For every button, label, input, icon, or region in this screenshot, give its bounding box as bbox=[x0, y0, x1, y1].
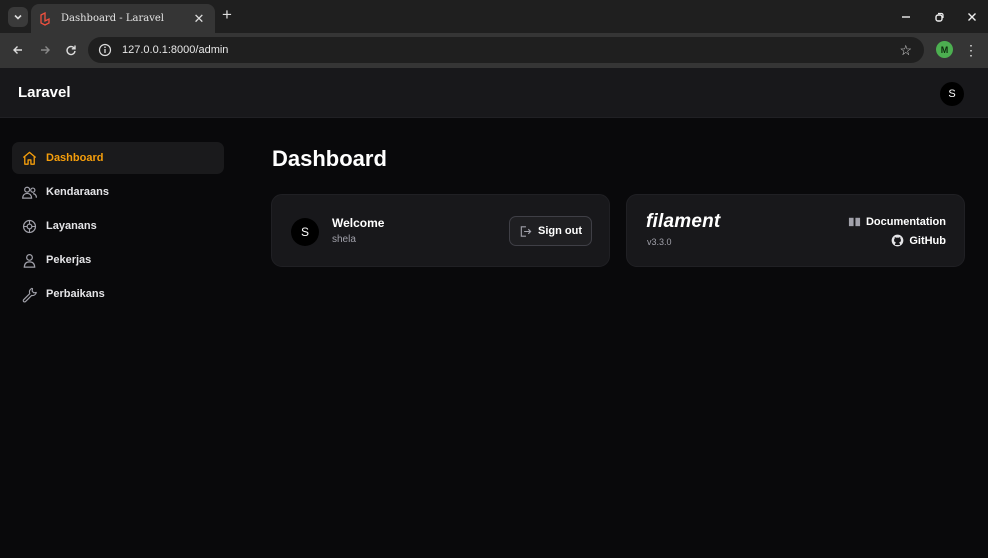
tab-title: Dashboard - Laravel bbox=[61, 13, 164, 24]
forward-button[interactable] bbox=[36, 41, 54, 59]
github-icon bbox=[891, 234, 904, 247]
restore-button[interactable] bbox=[922, 0, 955, 33]
users-icon bbox=[20, 183, 38, 201]
restore-icon bbox=[934, 12, 944, 22]
sidebar-item-kendaraans[interactable]: Kendaraans bbox=[12, 176, 224, 208]
github-label: GitHub bbox=[909, 234, 946, 247]
github-link[interactable]: GitHub bbox=[891, 234, 946, 247]
sidebar-item-label: Kendaraans bbox=[46, 186, 109, 198]
laravel-favicon-icon bbox=[40, 11, 50, 26]
minimize-button[interactable] bbox=[889, 0, 922, 33]
arrow-left-icon bbox=[13, 46, 22, 54]
sidebar-nav: Dashboard Kendaraans Layanans Pekerjas P… bbox=[12, 142, 224, 312]
filament-logo[interactable]: filament bbox=[646, 211, 720, 233]
browser-menu-icon[interactable]: ⋮ bbox=[964, 40, 978, 60]
tab-close-icon[interactable]: ✕ bbox=[191, 11, 207, 27]
app-topbar: Laravel S bbox=[0, 68, 988, 118]
address-bar[interactable]: 127.0.0.1:8000/admin ☆ bbox=[88, 37, 924, 63]
documentation-link[interactable]: Documentation bbox=[848, 215, 946, 228]
brand-logo[interactable]: Laravel bbox=[18, 84, 71, 101]
home-icon bbox=[20, 149, 38, 167]
tab-search-button[interactable] bbox=[8, 7, 28, 27]
browser-toolbar: 127.0.0.1:8000/admin ☆ bbox=[0, 33, 988, 68]
filament-info-card: filament v3.3.0 Documentation GitHub bbox=[626, 194, 965, 267]
browser-tab-active[interactable]: Dashboard - Laravel ✕ bbox=[31, 4, 215, 33]
sidebar-item-label: Pekerjas bbox=[46, 254, 92, 266]
arrow-right-icon bbox=[41, 46, 50, 54]
logout-icon bbox=[520, 225, 532, 237]
sidebar-item-label: Dashboard bbox=[46, 152, 104, 164]
profile-avatar[interactable]: M bbox=[936, 41, 953, 58]
sidebar-item-label: Layanans bbox=[46, 220, 97, 232]
back-button[interactable] bbox=[9, 41, 27, 59]
welcome-heading: Welcome bbox=[332, 216, 385, 230]
chevron-down-icon bbox=[14, 14, 22, 20]
wrench-icon bbox=[20, 285, 38, 303]
sidebar-item-pekerjas[interactable]: Pekerjas bbox=[12, 244, 224, 276]
book-open-icon bbox=[848, 217, 861, 227]
welcome-card: S Welcome shela Sign out bbox=[271, 194, 610, 267]
site-info-icon[interactable] bbox=[98, 43, 112, 57]
settings-icon bbox=[20, 217, 38, 235]
url-text: 127.0.0.1:8000/admin bbox=[122, 44, 229, 56]
window-controls bbox=[889, 0, 988, 33]
sign-out-label: Sign out bbox=[538, 225, 582, 237]
minimize-icon bbox=[901, 15, 910, 18]
user-menu-avatar[interactable]: S bbox=[940, 82, 964, 106]
sidebar-item-perbaikans[interactable]: Perbaikans bbox=[12, 278, 224, 310]
new-tab-button[interactable]: + bbox=[219, 5, 235, 25]
avatar: S bbox=[291, 218, 319, 246]
browser-tab-bar: Dashboard - Laravel ✕ + bbox=[0, 0, 988, 33]
sidebar-item-layanans[interactable]: Layanans bbox=[12, 210, 224, 242]
sidebar-item-label: Perbaikans bbox=[46, 288, 105, 300]
welcome-username: shela bbox=[332, 234, 356, 245]
documentation-label: Documentation bbox=[865, 215, 946, 228]
reload-icon bbox=[66, 45, 76, 56]
sidebar-item-dashboard[interactable]: Dashboard bbox=[12, 142, 224, 174]
user-icon bbox=[20, 251, 38, 269]
close-icon bbox=[967, 12, 976, 21]
filament-version: v3.3.0 bbox=[647, 237, 672, 247]
sign-out-button[interactable]: Sign out bbox=[509, 216, 592, 246]
close-window-button[interactable] bbox=[955, 0, 988, 33]
bookmark-star-icon[interactable]: ☆ bbox=[899, 42, 912, 59]
page-title: Dashboard bbox=[272, 146, 387, 171]
reload-button[interactable] bbox=[62, 41, 80, 59]
